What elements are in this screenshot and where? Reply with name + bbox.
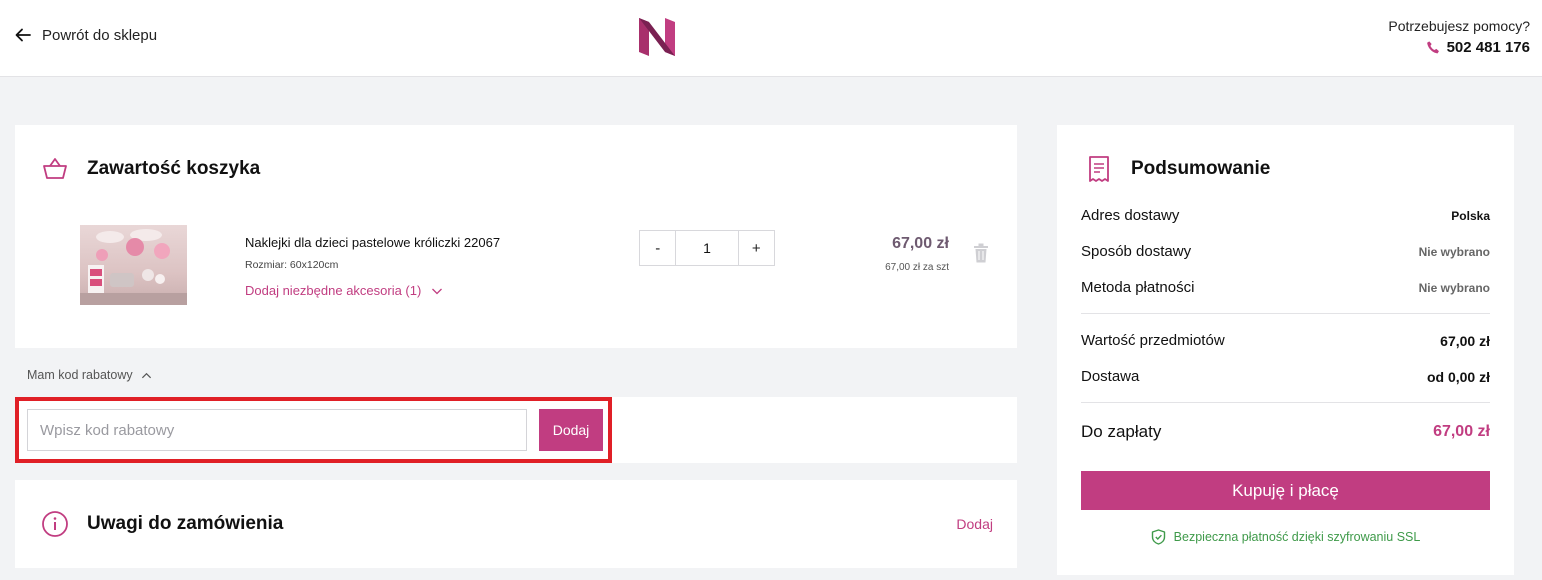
summary-row-payment-method: Metoda płatności Nie wybrano (1081, 279, 1490, 296)
quantity-input[interactable]: 1 (675, 231, 739, 265)
payment-method-label: Metoda płatności (1081, 279, 1195, 296)
receipt-icon (1089, 156, 1109, 182)
summary-heading: Podsumowanie (1085, 155, 1270, 183)
payment-method-value: Nie wybrano (1418, 280, 1490, 295)
order-notes-title: Uwagi do zamówienia (87, 513, 284, 534)
header: Powrót do sklepu Potrzebujesz pomocy? 50… (0, 0, 1542, 77)
add-note-link[interactable]: Dodaj (956, 516, 993, 532)
arrow-left-icon (15, 28, 31, 42)
quantity-decrease-button[interactable]: - (640, 231, 675, 265)
summary-divider (1081, 313, 1490, 314)
apply-discount-button[interactable]: Dodaj (539, 409, 603, 451)
shipping-value: od 0,00 zł (1426, 368, 1490, 385)
product-thumbnail[interactable] (80, 225, 187, 305)
delivery-address-value: Polska (1451, 208, 1490, 223)
cart-section: Zawartość koszyka Naklejki dla dzieci pa… (15, 125, 1017, 348)
order-notes-section: Uwagi do zamówienia Dodaj (15, 480, 1017, 568)
cart-heading: Zawartość koszyka (41, 155, 260, 183)
shield-check-icon (1151, 529, 1165, 545)
item-unit-price: 67,00 zł za szt (885, 262, 949, 273)
help-contact: Potrzebujesz pomocy? 502 481 176 (1388, 18, 1530, 56)
quantity-increase-button[interactable]: + (739, 231, 774, 265)
total-label: Do zapłaty (1081, 422, 1162, 441)
info-icon (42, 511, 68, 537)
discount-toggle-label: Mam kod rabatowy (27, 368, 133, 382)
help-phone[interactable]: 502 481 176 (1388, 39, 1530, 56)
trash-icon[interactable] (973, 243, 989, 263)
product-name[interactable]: Naklejki dla dzieci pastelowe króliczki … (245, 235, 500, 250)
items-value: 67,00 zł (1440, 332, 1490, 349)
shipping-label: Dostawa (1081, 368, 1140, 385)
brand-logo[interactable] (639, 18, 675, 56)
add-accessories-toggle[interactable]: Dodaj niezbędne akcesoria (1) (245, 283, 443, 298)
product-size: Rozmiar: 60x120cm (245, 259, 339, 271)
summary-row-shipping-method: Sposób dostawy Nie wybrano (1081, 243, 1490, 260)
items-value-label: Wartość przedmiotów (1081, 332, 1225, 349)
product-image (80, 229, 187, 305)
ssl-note: Bezpieczna płatność dzięki szyfrowaniu S… (1057, 529, 1514, 545)
summary-row-total: Do zapłaty 67,00 zł (1081, 422, 1490, 442)
item-total-price: 67,00 zł (892, 235, 949, 252)
quantity-stepper: - 1 + (639, 230, 775, 266)
summary-row-address: Adres dostawy Polska (1081, 207, 1490, 224)
phone-icon (1426, 41, 1439, 54)
shipping-method-value: Nie wybrano (1418, 244, 1490, 259)
back-to-shop-link[interactable]: Powrót do sklepu (14, 26, 157, 44)
chevron-down-icon (432, 288, 443, 294)
chevron-up-icon (141, 372, 151, 378)
order-notes-heading: Uwagi do zamówienia (41, 510, 283, 538)
summary-title: Podsumowanie (1131, 158, 1271, 179)
discount-code-input[interactable] (27, 409, 527, 451)
order-summary: Podsumowanie Adres dostawy Polska Sposób… (1057, 125, 1514, 575)
delivery-address-label: Adres dostawy (1081, 207, 1180, 224)
buy-and-pay-button[interactable]: Kupuję i płacę (1081, 471, 1490, 510)
summary-divider (1081, 402, 1490, 403)
total-value: 67,00 zł (1433, 423, 1490, 440)
discount-code-toggle[interactable]: Mam kod rabatowy (27, 368, 152, 382)
ssl-note-text: Bezpieczna płatność dzięki szyfrowaniu S… (1173, 530, 1421, 544)
phone-number: 502 481 176 (1446, 39, 1530, 56)
summary-row-items-value: Wartość przedmiotów 67,00 zł (1081, 332, 1490, 349)
shipping-method-label: Sposób dostawy (1081, 243, 1192, 260)
basket-icon (43, 158, 67, 179)
cart-title: Zawartość koszyka (87, 158, 261, 179)
add-accessories-label: Dodaj niezbędne akcesoria (1) (245, 283, 422, 298)
help-label: Potrzebujesz pomocy? (1388, 18, 1530, 34)
summary-row-shipping: Dostawa od 0,00 zł (1081, 368, 1490, 385)
back-to-shop-label: Powrót do sklepu (42, 26, 158, 44)
